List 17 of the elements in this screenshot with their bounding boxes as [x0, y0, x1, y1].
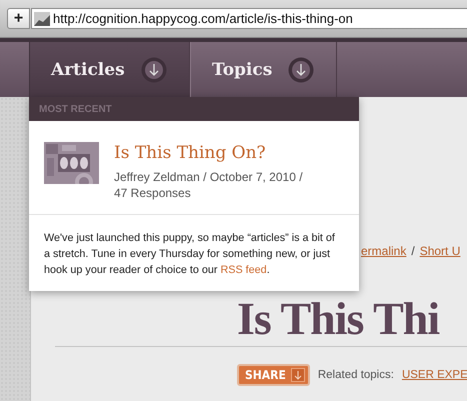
link-separator: / — [411, 244, 415, 258]
short-url-link[interactable]: Short U — [420, 244, 460, 258]
article-byline: Jeffrey Zeldman / October 7, 2010 / — [114, 169, 303, 185]
rss-feed-link[interactable]: RSS feed — [220, 264, 267, 276]
article-link[interactable]: Is This Thing On? — [114, 143, 266, 163]
address-field[interactable]: http://cognition.happycog.com/article/is-this-thing-on — [31, 8, 467, 29]
nav-tab[interactable]: Articles — [29, 42, 190, 97]
share-button[interactable]: SHARE — [237, 364, 310, 386]
response-count: 47 Responses — [114, 185, 192, 201]
article-title: Is This Thi — [237, 296, 440, 342]
related-topics-label: Related topics: — [318, 369, 394, 381]
page-icon — [34, 12, 50, 26]
add-button[interactable]: + — [7, 8, 30, 29]
permalink-link[interactable]: ermalink — [361, 244, 406, 258]
section-heading: MOST RECENT — [29, 97, 359, 121]
intro-paragraph: We've just launched this puppy, so maybe “articles” is a bit of a stretch. Tune in every Thursday for something new, or just hook up your reader of choice to our RSS feed. — [43, 231, 336, 278]
topic-link[interactable]: USER EXPE — [402, 369, 467, 381]
